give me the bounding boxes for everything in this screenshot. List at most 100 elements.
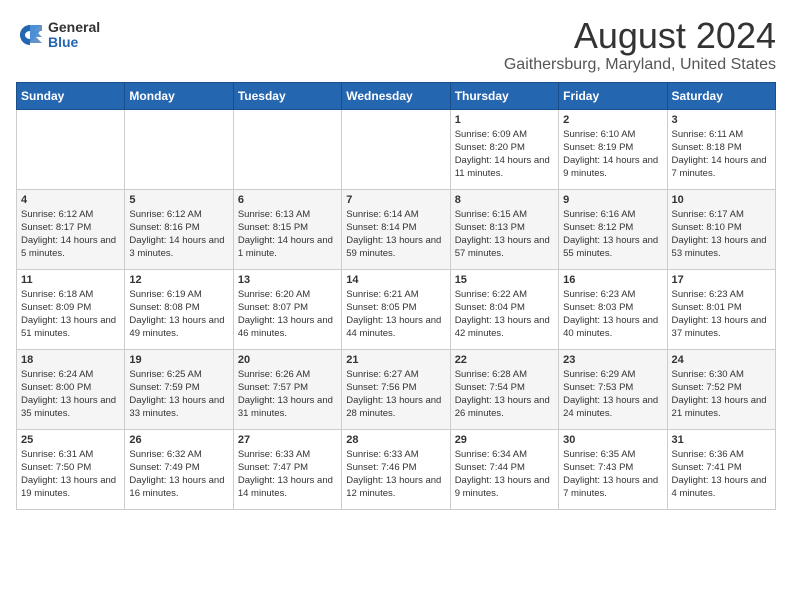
day-number: 4 [21,194,120,206]
day-number: 25 [21,434,120,446]
calendar-cell: 22 Sunrise: 6:28 AMSunset: 7:54 PMDayligh… [450,349,558,429]
calendar-cell: 31 Sunrise: 6:36 AMSunset: 7:41 PMDayligh… [667,429,775,509]
day-info: Sunrise: 6:32 AMSunset: 7:49 PMDaylight:… [129,448,228,501]
day-info: Sunrise: 6:31 AMSunset: 7:50 PMDaylight:… [21,448,120,501]
calendar-cell: 1Sunrise: 6:09 AMSunset: 8:20 PMDaylight… [450,109,558,189]
day-info: Sunrise: 6:13 AMSunset: 8:15 PMDaylight:… [238,208,337,261]
logo-blue-text: Blue [48,35,100,50]
calendar-cell: 7 Sunrise: 6:14 AMSunset: 8:14 PMDaylight… [342,189,450,269]
day-number: 10 [672,194,771,206]
day-info: Sunrise: 6:09 AMSunset: 8:20 PMDaylight:… [455,128,554,181]
day-info: Sunrise: 6:29 AMSunset: 7:53 PMDaylight:… [563,368,662,421]
title-section: August 2024 Gaithersburg, Maryland, Unit… [504,16,776,74]
day-number: 29 [455,434,554,446]
logo: General Blue [16,20,100,51]
calendar-cell: 26 Sunrise: 6:32 AMSunset: 7:49 PMDayligh… [125,429,233,509]
day-number: 8 [455,194,554,206]
day-number: 21 [346,354,445,366]
day-number: 14 [346,274,445,286]
day-info: Sunrise: 6:24 AMSunset: 8:00 PMDaylight:… [21,368,120,421]
day-info: Sunrise: 6:20 AMSunset: 8:07 PMDaylight:… [238,288,337,341]
day-number: 31 [672,434,771,446]
calendar-cell [342,109,450,189]
header-friday: Friday [559,82,667,109]
week-row-0: 1Sunrise: 6:09 AMSunset: 8:20 PMDaylight… [17,109,776,189]
location-title: Gaithersburg, Maryland, United States [504,56,776,74]
calendar-cell: 2 Sunrise: 6:10 AMSunset: 8:19 PMDaylight… [559,109,667,189]
day-info: Sunrise: 6:22 AMSunset: 8:04 PMDaylight:… [455,288,554,341]
calendar-cell: 29 Sunrise: 6:34 AMSunset: 7:44 PMDayligh… [450,429,558,509]
calendar-cell: 25 Sunrise: 6:31 AMSunset: 7:50 PMDayligh… [17,429,125,509]
day-info: Sunrise: 6:18 AMSunset: 8:09 PMDaylight:… [21,288,120,341]
calendar-cell: 8 Sunrise: 6:15 AMSunset: 8:13 PMDaylight… [450,189,558,269]
day-number: 27 [238,434,337,446]
day-number: 9 [563,194,662,206]
day-info: Sunrise: 6:15 AMSunset: 8:13 PMDaylight:… [455,208,554,261]
calendar-cell: 3 Sunrise: 6:11 AMSunset: 8:18 PMDaylight… [667,109,775,189]
day-number: 11 [21,274,120,286]
calendar-cell: 16Sunrise: 6:23 AMSunset: 8:03 PMDayligh… [559,269,667,349]
day-number: 22 [455,354,554,366]
day-info: Sunrise: 6:12 AMSunset: 8:16 PMDaylight:… [129,208,228,261]
day-number: 15 [455,274,554,286]
calendar-cell: 4 Sunrise: 6:12 AMSunset: 8:17 PMDaylight… [17,189,125,269]
day-info: Sunrise: 6:17 AMSunset: 8:10 PMDaylight:… [672,208,771,261]
day-info: Sunrise: 6:28 AMSunset: 7:54 PMDaylight:… [455,368,554,421]
day-info: Sunrise: 6:21 AMSunset: 8:05 PMDaylight:… [346,288,445,341]
calendar-cell: 18 Sunrise: 6:24 AMSunset: 8:00 PMDayligh… [17,349,125,429]
day-info: Sunrise: 6:10 AMSunset: 8:19 PMDaylight:… [563,128,662,181]
day-number: 18 [21,354,120,366]
logo-icon [16,21,44,49]
day-number: 23 [563,354,662,366]
day-info: Sunrise: 6:16 AMSunset: 8:12 PMDaylight:… [563,208,662,261]
calendar-cell: 24Sunrise: 6:30 AMSunset: 7:52 PMDayligh… [667,349,775,429]
header-sunday: Sunday [17,82,125,109]
calendar-cell: 9 Sunrise: 6:16 AMSunset: 8:12 PMDaylight… [559,189,667,269]
day-number: 30 [563,434,662,446]
day-number: 13 [238,274,337,286]
day-info: Sunrise: 6:35 AMSunset: 7:43 PMDaylight:… [563,448,662,501]
day-info: Sunrise: 6:23 AMSunset: 8:01 PMDaylight:… [672,288,771,341]
calendar-cell [125,109,233,189]
calendar-cell: 10 Sunrise: 6:17 AMSunset: 8:10 PMDayligh… [667,189,775,269]
calendar-cell: 20Sunrise: 6:26 AMSunset: 7:57 PMDayligh… [233,349,341,429]
calendar-cell: 17 Sunrise: 6:23 AMSunset: 8:01 PMDayligh… [667,269,775,349]
day-number: 12 [129,274,228,286]
calendar-cell: 30 Sunrise: 6:35 AMSunset: 7:43 PMDayligh… [559,429,667,509]
day-number: 19 [129,354,228,366]
day-number: 6 [238,194,337,206]
day-number: 28 [346,434,445,446]
header-wednesday: Wednesday [342,82,450,109]
day-info: Sunrise: 6:27 AMSunset: 7:56 PMDaylight:… [346,368,445,421]
day-number: 20 [238,354,337,366]
calendar-cell: 14 Sunrise: 6:21 AMSunset: 8:05 PMDayligh… [342,269,450,349]
day-info: Sunrise: 6:19 AMSunset: 8:08 PMDaylight:… [129,288,228,341]
calendar-cell: 12 Sunrise: 6:19 AMSunset: 8:08 PMDayligh… [125,269,233,349]
header-row: SundayMondayTuesdayWednesdayThursdayFrid… [17,82,776,109]
calendar-cell: 19Sunrise: 6:25 AMSunset: 7:59 PMDayligh… [125,349,233,429]
day-info: Sunrise: 6:34 AMSunset: 7:44 PMDaylight:… [455,448,554,501]
day-info: Sunrise: 6:12 AMSunset: 8:17 PMDaylight:… [21,208,120,261]
calendar-cell: 11 Sunrise: 6:18 AMSunset: 8:09 PMDayligh… [17,269,125,349]
day-info: Sunrise: 6:33 AMSunset: 7:46 PMDaylight:… [346,448,445,501]
day-number: 3 [672,114,771,126]
header-thursday: Thursday [450,82,558,109]
calendar-cell: 6 Sunrise: 6:13 AMSunset: 8:15 PMDaylight… [233,189,341,269]
calendar-cell: 15 Sunrise: 6:22 AMSunset: 8:04 PMDayligh… [450,269,558,349]
calendar-cell: 23 Sunrise: 6:29 AMSunset: 7:53 PMDayligh… [559,349,667,429]
calendar-cell: 21 Sunrise: 6:27 AMSunset: 7:56 PMDayligh… [342,349,450,429]
day-number: 2 [563,114,662,126]
day-number: 7 [346,194,445,206]
day-number: 24 [672,354,771,366]
week-row-2: 11 Sunrise: 6:18 AMSunset: 8:09 PMDayligh… [17,269,776,349]
calendar-table: SundayMondayTuesdayWednesdayThursdayFrid… [16,82,776,510]
week-row-3: 18 Sunrise: 6:24 AMSunset: 8:00 PMDayligh… [17,349,776,429]
day-number: 17 [672,274,771,286]
month-title: August 2024 [504,16,776,56]
calendar-cell [17,109,125,189]
day-info: Sunrise: 6:11 AMSunset: 8:18 PMDaylight:… [672,128,771,181]
calendar-cell: 28 Sunrise: 6:33 AMSunset: 7:46 PMDayligh… [342,429,450,509]
day-number: 26 [129,434,228,446]
day-info: Sunrise: 6:36 AMSunset: 7:41 PMDaylight:… [672,448,771,501]
day-info: Sunrise: 6:14 AMSunset: 8:14 PMDaylight:… [346,208,445,261]
